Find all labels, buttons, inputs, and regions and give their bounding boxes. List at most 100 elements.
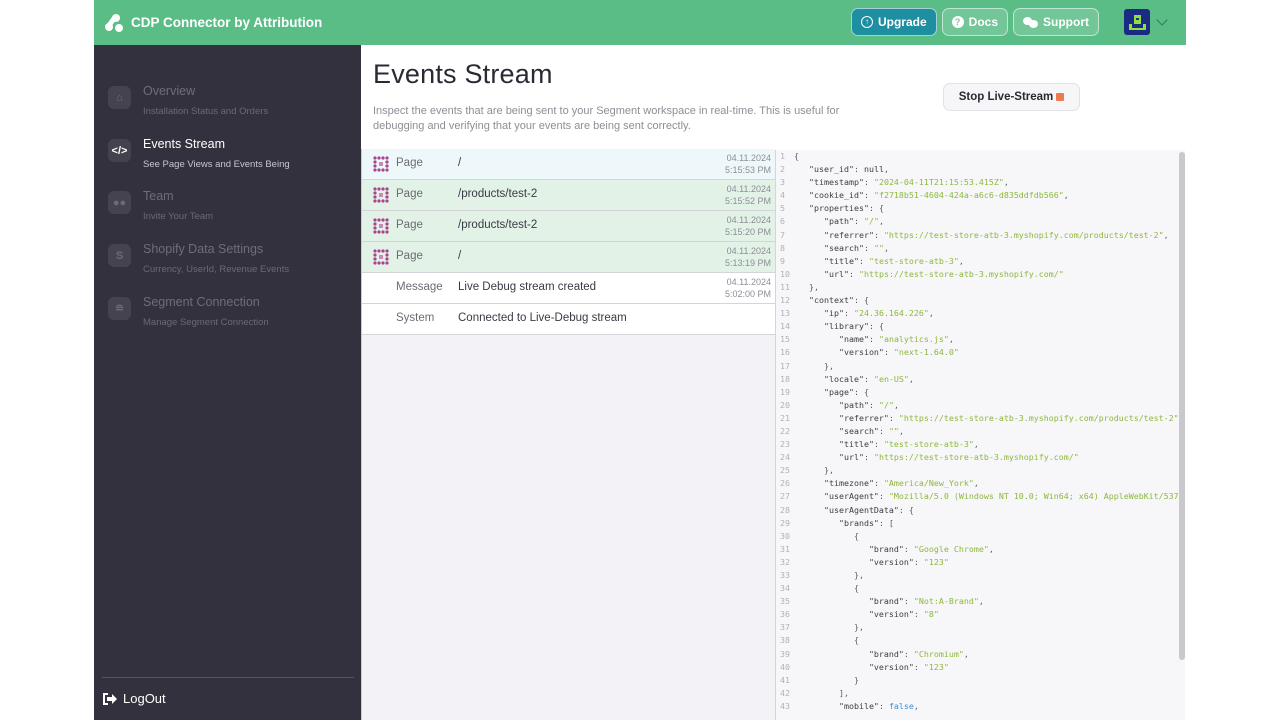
code-token: "/" <box>878 399 894 410</box>
event-row[interactable]: Message Live Debug stream created 04.11.20… <box>362 273 775 304</box>
logout-label: LogOut <box>123 691 166 706</box>
line-number: 16 <box>780 347 790 358</box>
code-token: "8" <box>923 609 939 620</box>
docs-button[interactable]: ? Docs <box>941 8 1008 36</box>
event-date: 04.11.2024 <box>726 153 771 163</box>
code-token: "title" <box>838 439 874 450</box>
line-number: 11 <box>780 281 790 292</box>
code-token: : <box>863 242 874 253</box>
sidebar-item-label: Segment Connection <box>143 295 260 309</box>
event-timestamp: 04.11.2024 5:15:20 PM <box>725 214 771 238</box>
event-row[interactable]: Page/products/test-2 04.11.2024 5:15:20 PM <box>362 211 775 242</box>
sidebar-item-team[interactable]: ●● Team Invite Your Team <box>106 189 351 235</box>
stop-live-stream-label: Stop Live-Stream <box>958 91 1054 103</box>
code-line: 8 "search": "", <box>776 242 1185 255</box>
code-token: : <box>878 491 889 502</box>
event-path: / <box>458 250 462 262</box>
code-line: 43 "mobile": false, <box>776 700 1185 713</box>
brand[interactable]: CDP Connector by Attribution <box>104 13 322 33</box>
line-number: 38 <box>780 635 790 646</box>
line-number: 30 <box>780 530 790 541</box>
code-token: , <box>978 596 984 607</box>
code-token: "123" <box>923 556 949 567</box>
event-row[interactable]: Page / 04.11.2024 5:13:19 PM <box>362 242 775 273</box>
question-circle-icon: ? <box>951 16 964 28</box>
code-token: "search" <box>838 425 879 436</box>
code-line: 24 "url": "https://test-store-atb-3.mysh… <box>776 451 1185 464</box>
main-content: Events Stream Inspect the events that ar… <box>361 45 1186 720</box>
logout-button[interactable]: LogOut <box>103 691 166 706</box>
code-line: 23 "title": "test-store-atb-3", <box>776 438 1185 451</box>
line-number: 1 <box>780 151 785 161</box>
stop-live-stream-button[interactable]: Stop Live-Stream <box>943 83 1080 111</box>
line-number: 23 <box>780 439 790 450</box>
code-token: : { <box>898 504 914 515</box>
sidebar-item-sub: Installation Status and Orders <box>143 106 269 117</box>
sidebar-item-events-stream[interactable]: </> Events Stream See Page Views and Eve… <box>106 137 351 183</box>
code-token: "userAgent" <box>823 491 879 502</box>
line-number: 22 <box>780 425 790 436</box>
sidebar-item-sub: Manage Segment Connection <box>143 317 269 328</box>
code-token: "https://test-store-atb-3.myshopify.com/… <box>873 452 1079 463</box>
code-token: : <box>888 412 899 423</box>
code-token: { <box>853 530 859 541</box>
code-token: "userAgentData" <box>823 504 899 515</box>
code-token: "referrer" <box>823 229 874 240</box>
upgrade-label: Upgrade <box>877 15 927 29</box>
code-token: "/" <box>863 216 879 227</box>
code-token: , <box>898 425 904 436</box>
sidebar-item-segment-connection[interactable]: ≘ Segment Connection Manage Segment Conn… <box>106 295 351 341</box>
event-time: 5:15:53 PM <box>724 165 771 175</box>
code-token: , <box>883 164 889 175</box>
event-row[interactable]: Page/products/test-2 04.11.2024 5:15:52 PM <box>362 180 775 211</box>
sidebar-item-overview[interactable]: ⌂ Overview Installation Status and Order… <box>106 84 351 130</box>
logout-icon <box>103 692 117 705</box>
code-line: 7 "referrer": "https://test-store-atb-3.… <box>776 229 1185 242</box>
code-line: 37 }, <box>776 621 1185 634</box>
upgrade-button[interactable]: ↑ Upgrade <box>850 8 937 36</box>
event-date: 04.11.2024 <box>726 277 771 287</box>
code-token: "brand" <box>868 648 904 659</box>
event-type: Message <box>396 281 443 293</box>
code-token: : <box>863 190 874 201</box>
code-line: 6 "path": "/", <box>776 215 1185 228</box>
code-token: "title" <box>823 255 859 266</box>
code-token: "https://test-store-atb-3.myshopify.com/… <box>898 412 1179 423</box>
events-list: Page / 04.11.2024 5:15:53 PM Page/products/t… <box>361 149 775 720</box>
code-token: "test-store-atb-3" <box>868 255 959 266</box>
code-token: "library" <box>823 321 869 332</box>
code-token: : <box>913 609 924 620</box>
event-date: 04.11.2024 <box>726 215 771 225</box>
support-label: Support <box>1043 15 1089 29</box>
code-token: , <box>988 543 994 554</box>
code-token: "brand" <box>868 543 904 554</box>
code-scrollbar[interactable] <box>1179 152 1185 660</box>
line-number: 25 <box>780 465 790 476</box>
sidebar-item-shopify-data-settings[interactable]: S Shopify Data Settings Currency, UserId… <box>106 242 351 288</box>
event-row[interactable]: Page / 04.11.2024 5:15:53 PM <box>362 149 775 180</box>
code-token: }, <box>853 622 864 633</box>
code-token: "brand" <box>868 596 904 607</box>
user-avatar[interactable] <box>1124 9 1150 35</box>
event-row[interactable]: System Connected to Live-Debug stream <box>362 304 775 335</box>
chevron-down-icon[interactable] <box>1156 13 1168 26</box>
top-bar: CDP Connector by Attribution ↑ Upgrade ?… <box>94 0 1186 45</box>
event-type: Page <box>396 188 423 200</box>
code-token: : <box>913 556 924 567</box>
line-number: 20 <box>780 399 790 410</box>
line-number: 17 <box>780 360 790 371</box>
support-button[interactable]: Support <box>1013 8 1099 36</box>
code-token: , <box>908 373 914 384</box>
code-token: { <box>853 583 859 594</box>
